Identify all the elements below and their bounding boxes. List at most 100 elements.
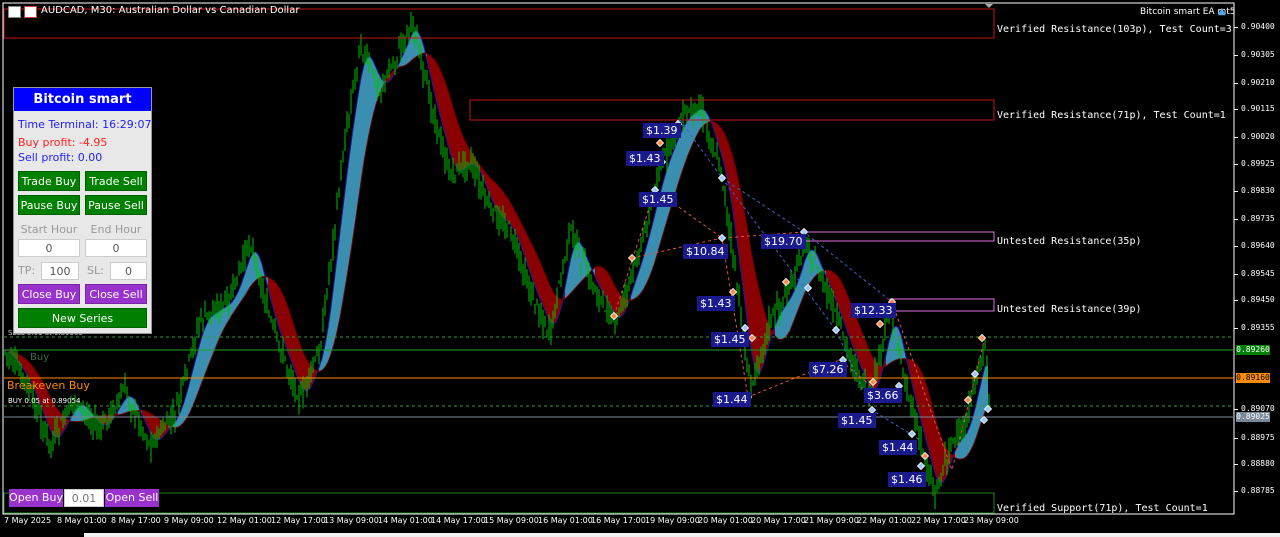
time-tick-label: 13 May 09:00 bbox=[324, 516, 379, 525]
chart-type-icon bbox=[24, 6, 37, 18]
trade-profit-label: $12.33 bbox=[851, 303, 896, 318]
time-tick-label: 9 May 09:00 bbox=[164, 516, 214, 525]
price-tick-label: 0.88975 bbox=[1241, 433, 1275, 442]
time-tick-label: 8 May 17:00 bbox=[111, 516, 161, 525]
price-tick-mark bbox=[1234, 409, 1238, 410]
zone-label-untested-resistance-35: Untested Resistance(35p) bbox=[997, 236, 1142, 247]
close-buy-button[interactable]: Close Buy bbox=[18, 284, 80, 304]
buy-profit: Buy profit: -4.95 bbox=[18, 136, 108, 149]
time-tick-label: 22 May 17:00 bbox=[911, 516, 966, 525]
time-tick-label: 23 May 09:00 bbox=[964, 516, 1019, 525]
time-tick-label: 8 May 01:00 bbox=[57, 516, 107, 525]
price-tick-mark bbox=[1234, 164, 1238, 165]
price-tick-mark bbox=[1234, 55, 1238, 56]
price-tick-label: 0.89355 bbox=[1241, 323, 1275, 332]
breakeven-label: Breakeven Buy bbox=[7, 379, 90, 392]
badge-current-price: 0.89025 bbox=[1236, 412, 1270, 422]
time-tick-label: 21 May 09:00 bbox=[804, 516, 859, 525]
buy-ghost-label: Buy bbox=[30, 352, 50, 363]
trade-buy-button[interactable]: Trade Buy bbox=[18, 171, 80, 191]
trade-profit-label: $1.43 bbox=[626, 151, 664, 166]
zone-label-verified-resistance-71: Verified Resistance(71p), Test Count=1 bbox=[997, 110, 1226, 121]
open-buy-button[interactable]: Open Buy bbox=[9, 489, 63, 507]
price-tick-label: 0.88785 bbox=[1241, 486, 1275, 495]
price-tick-label: 0.89545 bbox=[1241, 269, 1275, 278]
sl-label: SL: bbox=[87, 264, 104, 277]
zone-label-untested-resistance-39: Untested Resistance(39p) bbox=[997, 304, 1142, 315]
price-tick-mark bbox=[1234, 137, 1238, 138]
new-series-button[interactable]: New Series bbox=[18, 308, 147, 328]
trade-sell-button[interactable]: Trade Sell bbox=[85, 171, 147, 191]
lot-size-input[interactable]: 0.01 bbox=[64, 489, 104, 507]
time-tick-label: 12 May 17:00 bbox=[271, 516, 326, 525]
price-tick-label: 0.90400 bbox=[1241, 22, 1275, 31]
window-icon bbox=[8, 6, 21, 18]
ribbon-segment bbox=[784, 303, 787, 339]
pause-sell-button[interactable]: Pause Sell bbox=[85, 195, 147, 215]
time-terminal: Time Terminal: 16:29:07 bbox=[18, 118, 152, 131]
sl-input[interactable]: 0 bbox=[110, 262, 147, 280]
time-tick-label: 12 May 01:00 bbox=[217, 516, 272, 525]
price-tick-mark bbox=[1234, 328, 1238, 329]
tp-input[interactable]: 100 bbox=[41, 262, 79, 280]
zone-label-verified-resistance-103: Verified Resistance(103p), Test Count=3 bbox=[997, 24, 1232, 35]
close-sell-button[interactable]: Close Sell bbox=[85, 284, 147, 304]
start-hour-label: Start Hour bbox=[20, 223, 78, 236]
trade-profit-label: $1.44 bbox=[879, 440, 917, 455]
price-tick-mark bbox=[1234, 438, 1238, 439]
time-tick-label: 7 May 2025 bbox=[4, 516, 52, 525]
ribbon-segment bbox=[751, 250, 754, 365]
badge-buy-target: 0.89260 bbox=[1236, 345, 1270, 355]
price-tick-mark bbox=[1234, 464, 1238, 465]
price-tick-mark bbox=[1234, 300, 1238, 301]
trade-profit-label: $19.70 bbox=[761, 234, 806, 249]
open-sell-button[interactable]: Open Sell bbox=[105, 489, 159, 507]
panel-title: Bitcoin smart bbox=[14, 88, 151, 111]
price-tick-mark bbox=[1234, 83, 1238, 84]
buy-line-label: BUY 0.05 at 0.89054 bbox=[8, 397, 81, 405]
price-tick-label: 0.89735 bbox=[1241, 214, 1275, 223]
price-tick-label: 0.90210 bbox=[1241, 78, 1275, 87]
end-hour-input[interactable]: 0 bbox=[85, 239, 147, 257]
trade-profit-label: $1.39 bbox=[643, 123, 681, 138]
price-tick-mark bbox=[1234, 219, 1238, 220]
trade-profit-label: $10.84 bbox=[683, 244, 728, 259]
time-tick-label: 20 May 17:00 bbox=[751, 516, 806, 525]
price-tick-mark bbox=[1234, 246, 1238, 247]
time-tick-label: 15 May 09:00 bbox=[484, 516, 539, 525]
trade-profit-label: $1.43 bbox=[697, 296, 735, 311]
sell-profit: Sell profit: 0.00 bbox=[18, 151, 103, 164]
time-tick-label: 14 May 01:00 bbox=[378, 516, 433, 525]
price-tick-mark bbox=[1234, 27, 1238, 28]
chart-frame bbox=[2, 2, 1235, 515]
trade-profit-label: $1.45 bbox=[711, 332, 749, 347]
time-tick-label: 22 May 01:00 bbox=[857, 516, 912, 525]
price-tick-label: 0.88880 bbox=[1241, 459, 1275, 468]
start-hour-input[interactable]: 0 bbox=[18, 239, 80, 257]
badge-breakeven: 0.89160 bbox=[1236, 373, 1270, 383]
trade-profit-label: $1.44 bbox=[713, 392, 751, 407]
time-tick-label: 19 May 09:00 bbox=[645, 516, 700, 525]
price-chart[interactable] bbox=[0, 0, 1280, 537]
ea-cap-icon: ▲ bbox=[1218, 6, 1226, 17]
zone-label-verified-support-71: Verified Support(71p), Test Count=1 bbox=[997, 503, 1208, 514]
price-tick-mark bbox=[1234, 274, 1238, 275]
trade-profit-label: $1.45 bbox=[838, 413, 876, 428]
price-tick-label: 0.89830 bbox=[1241, 186, 1275, 195]
trade-profit-label: $1.46 bbox=[888, 472, 926, 487]
price-tick-label: 0.89450 bbox=[1241, 295, 1275, 304]
price-tick-label: 0.90020 bbox=[1241, 132, 1275, 141]
trade-profit-label: $7.26 bbox=[809, 362, 847, 377]
time-tick-label: 20 May 01:00 bbox=[698, 516, 753, 525]
price-tick-label: 0.89925 bbox=[1241, 159, 1275, 168]
ea-control-panel: Bitcoin smart Time Terminal: 16:29:07 Bu… bbox=[13, 87, 152, 334]
pause-buy-button[interactable]: Pause Buy bbox=[18, 195, 80, 215]
price-tick-mark bbox=[1234, 191, 1238, 192]
time-tick-label: 16 May 17:00 bbox=[591, 516, 646, 525]
end-hour-label: End Hour bbox=[90, 223, 142, 236]
time-tick-label: 16 May 01:00 bbox=[538, 516, 593, 525]
trade-profit-label: $3.66 bbox=[864, 388, 902, 403]
price-tick-label: 0.90305 bbox=[1241, 50, 1275, 59]
bottom-scrollbar[interactable] bbox=[84, 533, 1280, 537]
price-tick-mark bbox=[1234, 109, 1238, 110]
